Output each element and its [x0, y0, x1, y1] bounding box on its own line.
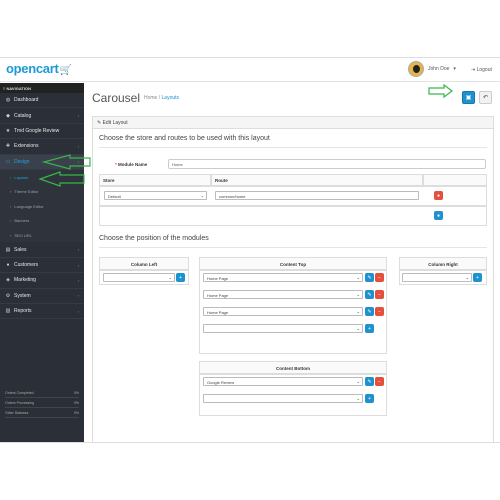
arrow-to-save-icon: [428, 83, 453, 99]
arrow-to-layouts-icon: [38, 171, 85, 187]
screenshot-frame: opencart🛒 John Doe ▾ ⇥ Logout ≡ NAVIGATI…: [0, 57, 500, 443]
annotation-arrows: [38, 83, 453, 187]
arrow-to-design-icon: [41, 154, 91, 170]
